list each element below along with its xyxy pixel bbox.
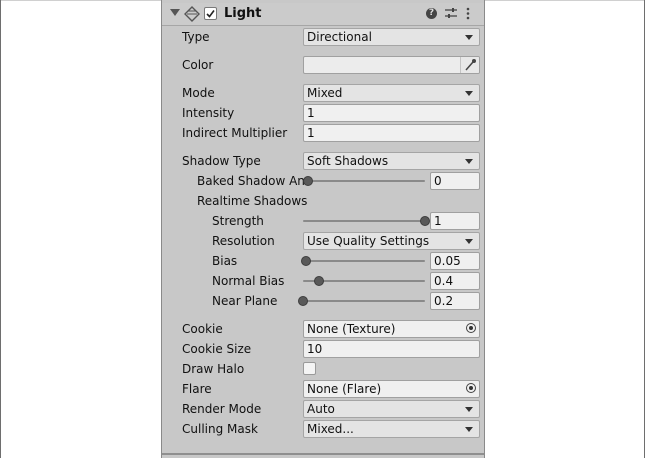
eyedropper-icon[interactable] bbox=[460, 57, 479, 73]
flare-object-field[interactable]: None (Flare) bbox=[303, 380, 480, 398]
slider-thumb[interactable] bbox=[303, 176, 313, 186]
chevron-down-icon bbox=[465, 35, 473, 40]
chevron-down-icon bbox=[465, 407, 473, 412]
intensity-field[interactable]: 1 bbox=[303, 104, 480, 122]
help-icon[interactable]: ? bbox=[426, 8, 437, 19]
draw-halo-checkbox[interactable] bbox=[303, 362, 316, 375]
baked-shadow-angle-field[interactable]: 0 bbox=[430, 172, 480, 190]
render-mode-label: Render Mode bbox=[182, 402, 262, 416]
resolution-dropdown[interactable]: Use Quality Settings bbox=[303, 232, 480, 250]
shadow-type-label: Shadow Type bbox=[182, 154, 261, 168]
kebab-menu-icon[interactable] bbox=[466, 7, 470, 20]
culling-mask-value: Mixed... bbox=[307, 422, 354, 436]
mode-value: Mixed bbox=[307, 86, 343, 100]
type-value: Directional bbox=[307, 30, 372, 44]
near-plane-label: Near Plane bbox=[212, 294, 278, 308]
cookie-value: None (Texture) bbox=[307, 322, 396, 336]
slider-track[interactable] bbox=[308, 180, 425, 182]
baked-shadow-angle-label: Baked Shadow An bbox=[197, 174, 305, 188]
slider-thumb[interactable] bbox=[420, 216, 430, 226]
component-title: Light bbox=[224, 6, 262, 21]
inspector-panel: Light ? Type Directional Color Mode Mixe… bbox=[161, 0, 485, 458]
indirect-multiplier-label: Indirect Multiplier bbox=[182, 126, 288, 140]
light-icon bbox=[184, 6, 200, 22]
strength-label: Strength bbox=[212, 214, 264, 228]
flare-value: None (Flare) bbox=[307, 382, 382, 396]
object-picker-icon[interactable] bbox=[466, 323, 476, 333]
resolution-value: Use Quality Settings bbox=[307, 234, 430, 248]
chevron-down-icon bbox=[465, 239, 473, 244]
bias-label: Bias bbox=[212, 254, 238, 268]
strength-field[interactable]: 1 bbox=[430, 212, 480, 230]
normal-bias-field[interactable]: 0.4 bbox=[430, 272, 480, 290]
mode-label: Mode bbox=[182, 86, 215, 100]
slider-thumb[interactable] bbox=[301, 256, 312, 266]
shadow-type-value: Soft Shadows bbox=[307, 154, 389, 168]
cookie-object-field[interactable]: None (Texture) bbox=[303, 320, 480, 338]
draw-halo-label: Draw Halo bbox=[182, 362, 245, 376]
object-picker-icon[interactable] bbox=[466, 383, 476, 393]
mode-dropdown[interactable]: Mixed bbox=[303, 84, 480, 102]
culling-mask-dropdown[interactable]: Mixed... bbox=[303, 420, 480, 438]
slider-track[interactable] bbox=[303, 220, 425, 222]
panel-bottom-border bbox=[162, 453, 484, 455]
slider-track[interactable] bbox=[303, 260, 425, 262]
chevron-down-icon bbox=[465, 91, 473, 96]
chevron-down-icon bbox=[465, 159, 473, 164]
component-header[interactable]: Light ? bbox=[162, 3, 484, 26]
indirect-multiplier-field[interactable]: 1 bbox=[303, 124, 480, 142]
realtime-shadows-heading: Realtime Shadows bbox=[197, 194, 308, 208]
window-left-border bbox=[0, 0, 1, 458]
shadow-type-dropdown[interactable]: Soft Shadows bbox=[303, 152, 480, 170]
cookie-size-field[interactable]: 10 bbox=[303, 340, 480, 358]
slider-track[interactable] bbox=[303, 300, 425, 302]
cookie-size-label: Cookie Size bbox=[182, 342, 252, 356]
render-mode-value: Auto bbox=[307, 402, 335, 416]
slider-thumb[interactable] bbox=[313, 276, 324, 286]
slider-thumb[interactable] bbox=[298, 296, 308, 306]
resolution-label: Resolution bbox=[212, 234, 275, 248]
render-mode-dropdown[interactable]: Auto bbox=[303, 400, 480, 418]
presets-icon[interactable] bbox=[445, 7, 457, 20]
type-label: Type bbox=[182, 30, 210, 44]
normal-bias-label: Normal Bias bbox=[212, 274, 285, 288]
intensity-label: Intensity bbox=[182, 106, 235, 120]
component-enabled-checkbox[interactable] bbox=[204, 7, 217, 20]
chevron-down-icon bbox=[465, 427, 473, 432]
cookie-label: Cookie bbox=[182, 322, 223, 336]
color-field[interactable] bbox=[303, 56, 480, 74]
culling-mask-label: Culling Mask bbox=[182, 422, 258, 436]
bias-field[interactable]: 0.05 bbox=[430, 252, 480, 270]
near-plane-field[interactable]: 0.2 bbox=[430, 292, 480, 310]
type-dropdown[interactable]: Directional bbox=[303, 28, 480, 46]
flare-label: Flare bbox=[182, 382, 212, 396]
color-label: Color bbox=[182, 58, 214, 72]
triangle-down-icon[interactable] bbox=[170, 9, 180, 16]
